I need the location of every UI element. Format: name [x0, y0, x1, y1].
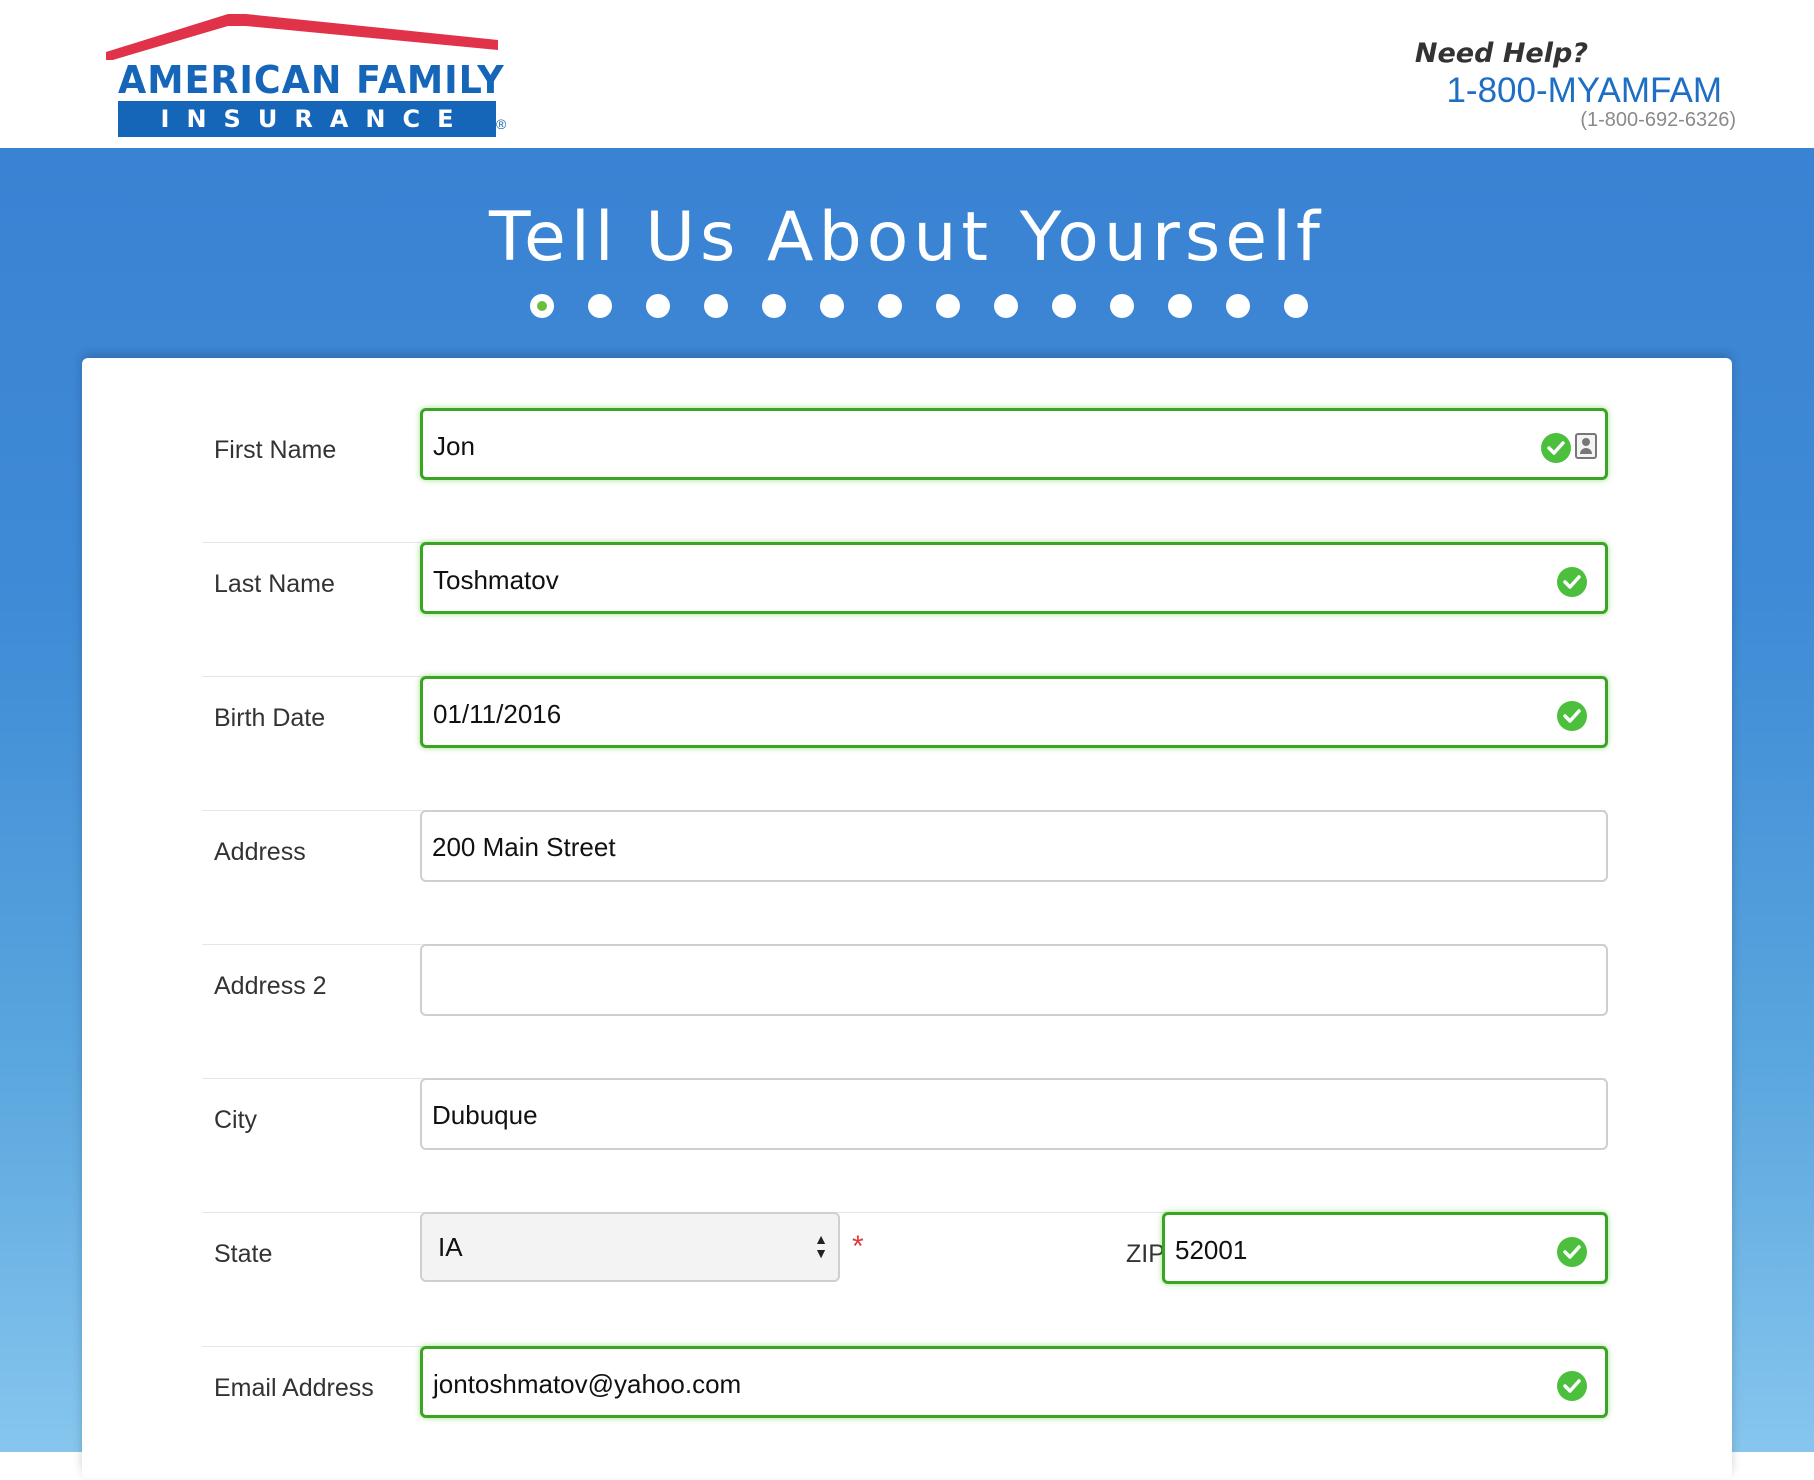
step-dot-3[interactable]	[646, 294, 670, 318]
zip-code-value: 52001	[1175, 1235, 1248, 1265]
check-icon	[1557, 567, 1587, 597]
last-name-value: Toshmatov	[433, 565, 559, 595]
row-email: Email Address jontoshmatov@yahoo.com	[202, 1346, 1608, 1480]
step-dot-7[interactable]	[878, 294, 902, 318]
step-dot-1[interactable]	[530, 294, 554, 318]
last-name-label: Last Name	[214, 570, 335, 598]
step-dot-12[interactable]	[1168, 294, 1192, 318]
birth-date-label: Birth Date	[214, 704, 326, 732]
check-icon	[1557, 701, 1587, 731]
step-dot-6[interactable]	[820, 294, 844, 318]
logo-wordmark: AMERICAN FAMILY	[118, 58, 505, 102]
state-label: State	[214, 1240, 273, 1268]
birth-date-input[interactable]: 01/11/2016	[420, 676, 1608, 748]
city-value: Dubuque	[432, 1100, 538, 1130]
row-first-name: First Name Jon	[202, 408, 1608, 543]
step-dot-11[interactable]	[1110, 294, 1134, 318]
row-state-zip: State IA ▲▼ * ZIP Code 52001	[202, 1212, 1608, 1347]
need-help-block: Need Help? 1-800-MYAMFAM (1-800-692-6326…	[1396, 38, 1736, 132]
select-arrows-icon: ▲ ▼	[814, 1231, 828, 1261]
step-dot-5[interactable]	[762, 294, 786, 318]
logo-roof-icon	[106, 14, 498, 60]
zip-code-input[interactable]: 52001	[1162, 1212, 1608, 1284]
state-value: IA	[438, 1232, 463, 1262]
logo-insurance-bar: INSURANCE	[118, 101, 496, 137]
city-label: City	[214, 1106, 258, 1134]
row-address: Address 200 Main Street	[202, 810, 1608, 945]
email-label: Email Address	[214, 1374, 374, 1402]
last-name-input[interactable]: Toshmatov	[420, 542, 1608, 614]
step-progress	[530, 294, 1308, 318]
step-dot-14[interactable]	[1284, 294, 1308, 318]
email-value: jontoshmatov@yahoo.com	[433, 1369, 742, 1399]
contact-card-icon[interactable]	[1575, 433, 1597, 459]
check-icon	[1557, 1371, 1587, 1401]
american-family-logo[interactable]: AMERICAN FAMILY INSURANCE ®	[106, 10, 512, 137]
step-dot-8[interactable]	[936, 294, 960, 318]
hero-section: Tell Us About Yourself First Name Jon La…	[0, 148, 1814, 1478]
address-2-input[interactable]	[420, 944, 1608, 1016]
step-dot-4[interactable]	[704, 294, 728, 318]
first-name-input[interactable]: Jon	[420, 408, 1608, 480]
registered-mark: ®	[496, 116, 507, 132]
address-input[interactable]: 200 Main Street	[420, 810, 1608, 882]
address-label: Address	[214, 838, 306, 866]
page-title: Tell Us About Yourself	[489, 198, 1325, 277]
city-input[interactable]: Dubuque	[420, 1078, 1608, 1150]
help-phone-digits: (1-800-692-6326)	[1580, 109, 1736, 131]
birth-date-value: 01/11/2016	[433, 699, 562, 729]
state-select[interactable]: IA ▲ ▼	[420, 1212, 840, 1282]
step-dot-13[interactable]	[1226, 294, 1250, 318]
first-name-label: First Name	[214, 436, 337, 464]
email-input[interactable]: jontoshmatov@yahoo.com	[420, 1346, 1608, 1418]
help-phone-vanity[interactable]: 1-800-MYAMFAM	[1396, 71, 1722, 111]
step-dot-10[interactable]	[1052, 294, 1076, 318]
need-help-title: Need Help?	[1414, 38, 1588, 69]
form-card: First Name Jon Last Name Toshmatov Birth…	[82, 358, 1732, 1478]
row-city: City Dubuque	[202, 1078, 1608, 1213]
check-icon	[1557, 1237, 1587, 1267]
address-value: 200 Main Street	[432, 832, 616, 862]
row-address-2: Address 2	[202, 944, 1608, 1079]
site-header: AMERICAN FAMILY INSURANCE ® Need Help? 1…	[0, 0, 1814, 148]
step-dot-2[interactable]	[588, 294, 612, 318]
row-birth-date: Birth Date 01/11/2016	[202, 676, 1608, 811]
row-last-name: Last Name Toshmatov	[202, 542, 1608, 677]
step-dot-9[interactable]	[994, 294, 1018, 318]
check-icon	[1541, 433, 1571, 463]
required-asterisk: *	[852, 1230, 864, 1263]
first-name-value: Jon	[433, 431, 475, 461]
address-2-label: Address 2	[214, 972, 327, 1000]
